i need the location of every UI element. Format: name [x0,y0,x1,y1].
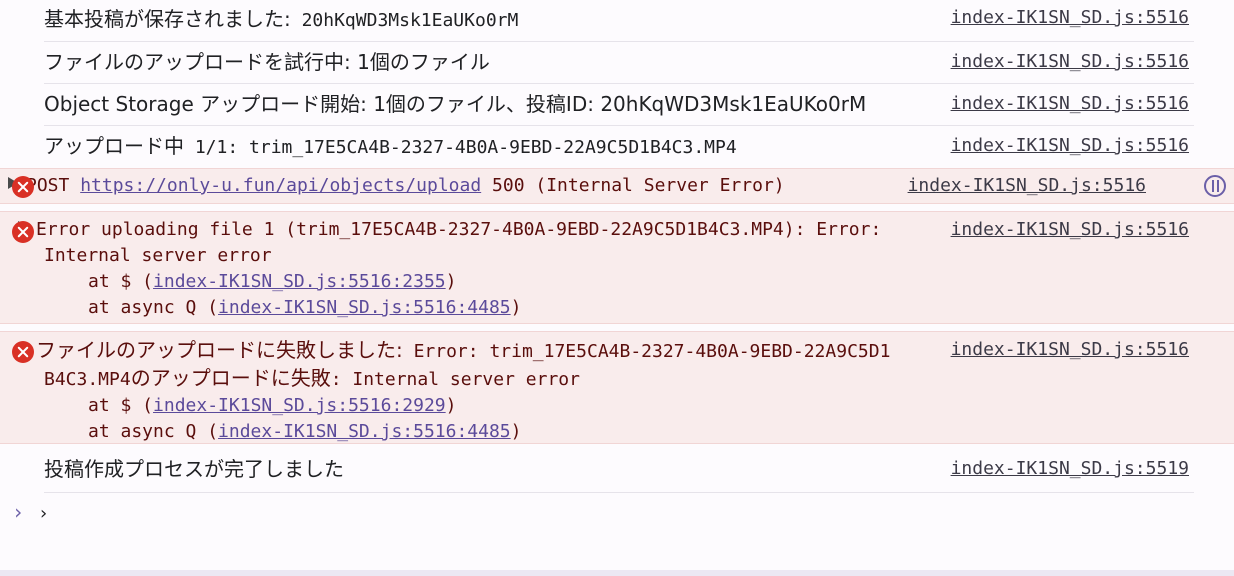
source-link[interactable]: index-IK1SN_SD.js:5516 [951,6,1189,30]
source-link[interactable]: index-IK1SN_SD.js:5516 [908,174,1146,198]
stack-frame: at async Q (index-IK1SN_SD.js:5516:4485) [88,297,522,318]
source-link[interactable]: index-IK1SN_SD.js:5519 [951,457,1189,481]
log-message: 基本投稿が保存されました: 20hKqWD3Msk1EaUKo0rM index… [44,0,1194,42]
error-icon [12,341,34,363]
error-icon [12,176,34,198]
stack-link[interactable]: index-IK1SN_SD.js:5516:4485 [218,421,511,442]
log-text-jp: 基本投稿が保存されました: [44,7,291,31]
stack-link[interactable]: index-IK1SN_SD.js:5516:2929 [153,395,446,416]
log-message: 投稿作成プロセスが完了しました index-IK1SN_SD.js:5519 [44,451,1194,493]
log-text-jp: ファイルのアップロードを試行中: [44,50,351,74]
log-message: アップロード中 1/1: trim_17E5CA4B-2327-4B0A-9EB… [44,126,1194,168]
source-link[interactable]: index-IK1SN_SD.js:5516 [951,338,1189,362]
stack-frame: at async Q (index-IK1SN_SD.js:5516:4485) [88,421,522,442]
error-text-jp2: のアップロードに失敗 [130,366,331,390]
source-link[interactable]: index-IK1SN_SD.js:5516 [951,50,1189,74]
source-link[interactable]: index-IK1SN_SD.js:5516 [951,92,1189,116]
log-text: 1個のファイル、投稿ID: 20hKqWD3Msk1EaUKo0rM [366,92,867,116]
log-text-jp: 投稿作成プロセスが完了しました [44,457,344,481]
error-message-failed: ファイルのアップロードに失敗しました: Error: trim_17E5CA4B… [0,331,1234,444]
error-message-post: POST https://only-u.fun/api/objects/uplo… [0,168,1234,204]
stack-link[interactable]: index-IK1SN_SD.js:5516:4485 [218,297,511,318]
log-message: ファイルのアップロードを試行中: 1個のファイル index-IK1SN_SD.… [44,42,1194,84]
network-request-icon[interactable] [1204,175,1226,197]
error-message-upload: Error uploading file 1 (trim_17E5CA4B-23… [0,211,1234,324]
stack-frame: at $ (index-IK1SN_SD.js:5516:2355) [88,271,457,292]
source-link[interactable]: index-IK1SN_SD.js:5516 [951,218,1189,242]
error-text-jp: ファイルのアップロードに失敗しました: [36,338,403,362]
console-input[interactable]: › [38,503,49,524]
http-status: 500 (Internal Server Error) [492,175,785,196]
log-message: Object Storage アップロード開始: 1個のファイル、投稿ID: 2… [44,84,1194,126]
bottom-bar [0,570,1234,576]
stack-link[interactable]: index-IK1SN_SD.js:5516:2355 [153,271,446,292]
stack-frame: at $ (index-IK1SN_SD.js:5516:2929) [88,395,457,416]
log-text-jp: Object Storage アップロード開始: [44,92,367,116]
error-text2: : Internal server error [330,369,580,390]
console-prompt-chevron-icon: › [12,500,25,524]
source-link[interactable]: index-IK1SN_SD.js:5516 [951,134,1189,158]
log-text-jp: アップロード中 [44,134,184,158]
error-icon [12,221,34,243]
error-text: Error uploading file 1 (trim_17E5CA4B-23… [36,219,893,266]
log-text: 1個のファイル [350,50,490,74]
log-text: 1/1: trim_17E5CA4B-2327-4B0A-9EBD-22A9C5… [184,137,737,158]
console-panel: 基本投稿が保存されました: 20hKqWD3Msk1EaUKo0rM index… [0,0,1234,493]
request-url-link[interactable]: https://only-u.fun/api/objects/upload [80,175,481,196]
log-text: 20hKqWD3Msk1EaUKo0rM [290,10,519,31]
